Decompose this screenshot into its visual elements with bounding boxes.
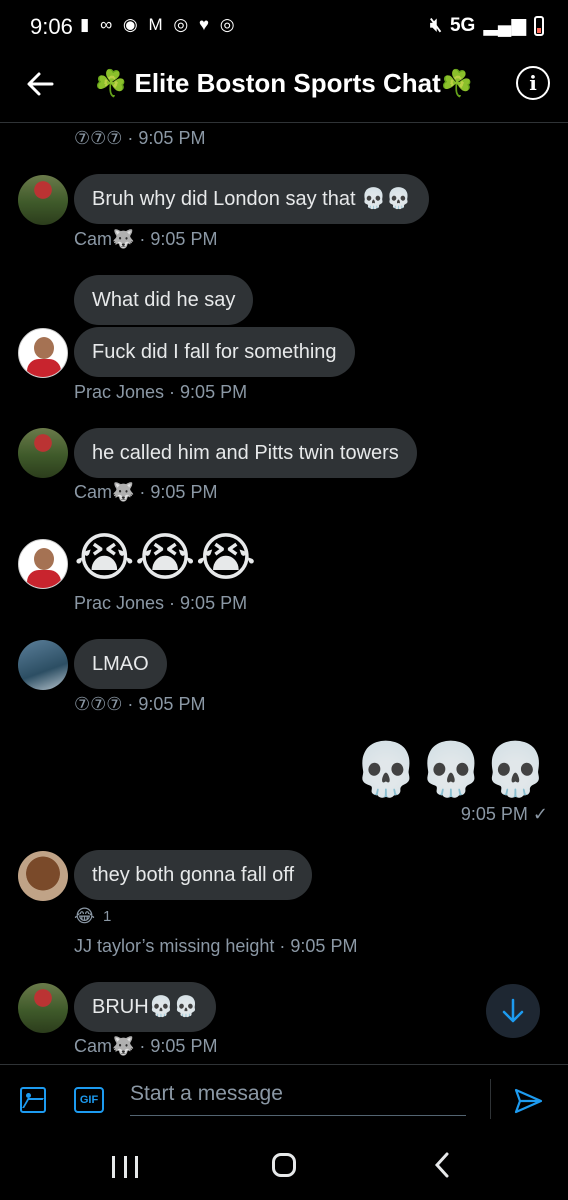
message-meta: ⑦⑦⑦ · 9:05 PM bbox=[74, 128, 206, 148]
battery-icon bbox=[534, 15, 544, 36]
emoji-message-sent[interactable]: 💀💀💀 bbox=[354, 740, 548, 800]
avatar-777[interactable] bbox=[18, 640, 68, 690]
avatar-cam[interactable] bbox=[18, 983, 68, 1033]
avatar-cam[interactable] bbox=[18, 175, 68, 225]
message-bubble[interactable]: Bruh why did London say that 💀💀 bbox=[74, 174, 429, 224]
message-meta-sent: 9:05 PM ✓ bbox=[460, 804, 548, 824]
status-bar: 9:06 ▮ ∞ ◉ M ◎ ♥ ◎ 🔇︎ 5G ▂▄▆ bbox=[0, 0, 568, 54]
arrow-down-icon bbox=[502, 998, 524, 1023]
back-chevron-icon[interactable] bbox=[432, 1150, 452, 1188]
clover-icon: ☘️ bbox=[94, 68, 128, 98]
divider bbox=[490, 1079, 491, 1119]
laughing-emoji-icon: 😂 bbox=[74, 906, 96, 926]
mute-icon: 🔇︎ bbox=[429, 14, 442, 36]
scroll-to-bottom-button[interactable] bbox=[486, 984, 540, 1038]
reaction-badge[interactable]: 😂 1 bbox=[74, 906, 111, 927]
avatar-cam[interactable] bbox=[18, 428, 68, 478]
chat-header: ☘️ Elite Boston Sports Chat☘️ i bbox=[0, 54, 568, 123]
status-time: 9:06 bbox=[30, 14, 73, 39]
home-icon[interactable] bbox=[272, 1153, 296, 1177]
conversation-title[interactable]: ☘️ Elite Boston Sports Chat☘️ bbox=[0, 68, 568, 99]
message-meta: Cam🐺 · 9:05 PM bbox=[74, 229, 218, 249]
send-icon[interactable] bbox=[512, 1085, 544, 1117]
image-icon[interactable] bbox=[20, 1087, 46, 1113]
message-bubble[interactable]: Fuck did I fall for something bbox=[74, 327, 355, 377]
title-text: Elite Boston Sports Chat bbox=[134, 68, 441, 98]
status-right: 🔇︎ 5G ▂▄▆ bbox=[430, 14, 544, 37]
clover-icon: ☘️ bbox=[440, 68, 474, 98]
message-bubble[interactable]: LMAO bbox=[74, 639, 167, 689]
avatar-prac-jones[interactable] bbox=[18, 328, 68, 378]
message-meta: Prac Jones · 9:05 PM bbox=[74, 593, 248, 613]
message-meta: Cam🐺 · 9:05 PM bbox=[74, 1036, 218, 1056]
info-icon[interactable]: i bbox=[516, 66, 550, 100]
reaction-count: 1 bbox=[103, 908, 112, 925]
system-nav-bar bbox=[0, 1136, 568, 1200]
message-bubble[interactable]: What did he say bbox=[74, 275, 254, 325]
message-meta: ⑦⑦⑦ · 9:05 PM bbox=[74, 694, 206, 714]
message-bubble[interactable]: he called him and Pitts twin towers bbox=[74, 428, 417, 478]
message-meta: JJ taylor’s missing height · 9:05 PM bbox=[74, 936, 358, 956]
signal-icon: ▂▄▆ bbox=[483, 15, 526, 36]
avatar-jj-taylor[interactable] bbox=[18, 851, 68, 901]
network-label: 5G bbox=[449, 14, 476, 36]
recent-apps-icon[interactable] bbox=[112, 1156, 138, 1178]
message-bubble[interactable]: BRUH💀💀 bbox=[74, 982, 217, 1032]
message-bubble[interactable]: they both gonna fall off bbox=[74, 850, 313, 900]
compose-bar: GIF Start a message bbox=[0, 1064, 568, 1135]
message-input[interactable]: Start a message bbox=[130, 1079, 466, 1116]
gif-icon[interactable]: GIF bbox=[74, 1087, 104, 1113]
notification-icons: ▮ ∞ ◉ M ◎ ♥ ◎ bbox=[80, 15, 238, 34]
message-meta: Cam🐺 · 9:05 PM bbox=[74, 482, 218, 502]
avatar-prac-jones[interactable] bbox=[18, 539, 68, 589]
emoji-message[interactable]: 😭😭😭 bbox=[74, 528, 256, 588]
message-meta: Prac Jones · 9:05 PM bbox=[74, 382, 248, 402]
